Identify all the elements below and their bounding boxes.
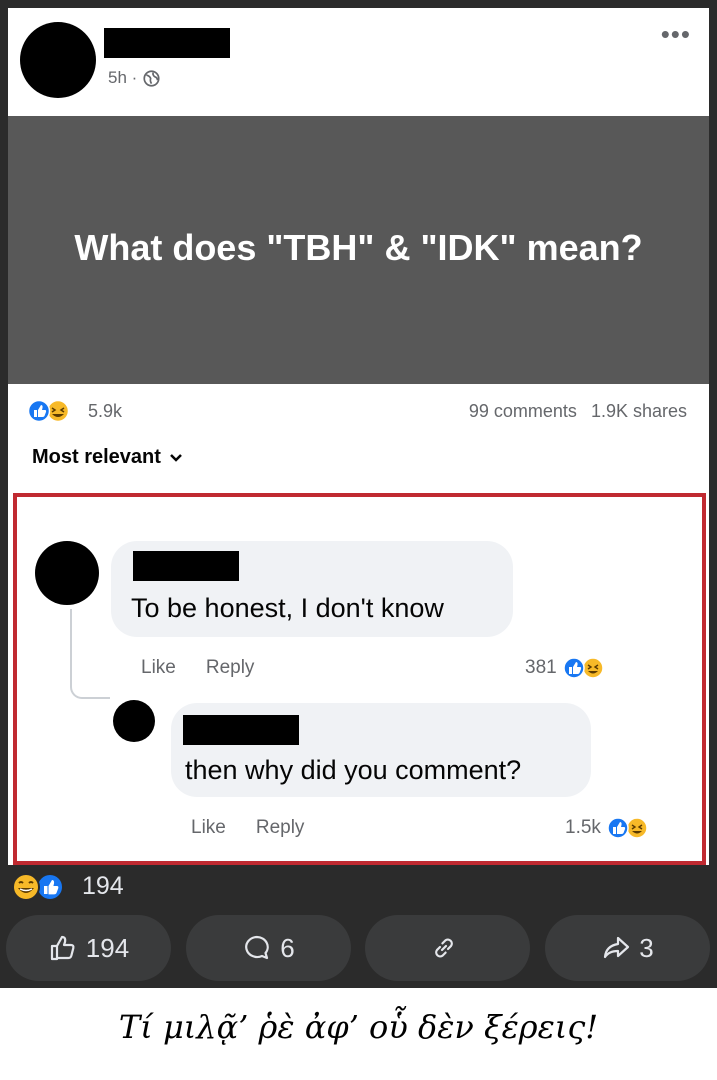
meme-caption: Τί μιλᾷ’ ῥὲ ἀφ’ οὗ δὲν ξέρεις! (118, 1008, 599, 1046)
globe-icon (143, 69, 160, 87)
reply-reply-button[interactable]: Reply (256, 817, 305, 839)
link-icon (434, 938, 453, 958)
post-card: 5h · ••• What does "TBH" & "IDK" mean? 5… (8, 8, 709, 865)
chevron-down-icon (170, 453, 182, 462)
poster-avatar[interactable] (20, 22, 96, 98)
shares-count[interactable]: 1.9K shares (591, 401, 687, 422)
reply-reaction-summary[interactable]: 1.5k (565, 817, 655, 839)
post-timestamp: 5h · (108, 68, 160, 88)
reply-text: then why did you comment? (185, 755, 522, 785)
haha-like-reaction-icons (12, 872, 64, 901)
reply-thread-line (70, 609, 110, 699)
thumbs-up-icon (50, 935, 75, 961)
like-button[interactable]: 194 (6, 915, 171, 981)
comment-sort-dropdown[interactable]: Most relevant (32, 446, 183, 469)
share-button[interactable]: 3 (545, 915, 710, 981)
comment-reply-button[interactable]: Reply (206, 657, 255, 679)
comments-count[interactable]: 99 comments (469, 401, 577, 422)
comment-bubble: To be honest, I don't know (111, 541, 513, 637)
share-count: 3 (639, 932, 654, 963)
replier-avatar[interactable] (113, 700, 155, 742)
comment-like-button[interactable]: Like (141, 657, 176, 679)
like-haha-reaction-icons (607, 817, 648, 839)
like-count: 194 (85, 932, 130, 963)
reply-bubble: then why did you comment? (171, 703, 591, 797)
reply-reaction-count: 1.5k (565, 817, 601, 838)
poster-name-redacted[interactable] (104, 28, 230, 58)
banner-text: What does "TBH" & "IDK" mean? (74, 227, 643, 268)
sort-label: Most relevant (32, 446, 161, 468)
reply-like-button[interactable]: Like (191, 817, 226, 839)
highlighted-comment-thread: To be honest, I don't know Like Reply 38… (13, 493, 706, 865)
post-image-banner[interactable]: What does "TBH" & "IDK" mean? (8, 116, 709, 384)
comment-button[interactable]: 6 (186, 915, 351, 981)
commenter-avatar[interactable] (35, 541, 99, 605)
shared-post-reactions[interactable]: 194 (10, 872, 124, 901)
comments-shares: 99 comments 1.9K shares (469, 401, 687, 422)
commenter-name-redacted[interactable] (133, 551, 239, 581)
like-haha-reaction-icons[interactable] (28, 400, 82, 422)
shared-reaction-count: 194 (82, 872, 124, 900)
share-arrow-icon (604, 936, 630, 959)
replier-name-redacted[interactable] (183, 715, 299, 745)
post-reaction-count[interactable]: 5.9k (88, 401, 122, 422)
comment-count: 6 (280, 932, 295, 963)
copy-link-button[interactable] (365, 915, 530, 981)
comment-reaction-summary[interactable]: 381 (525, 657, 611, 679)
comment-icon (245, 935, 270, 960)
comment-actions: Like Reply (141, 657, 254, 679)
post-time-text: 5h · (108, 68, 138, 87)
comment-text: To be honest, I don't know (131, 593, 444, 623)
screenshot-frame: 5h · ••• What does "TBH" & "IDK" mean? 5… (0, 0, 717, 988)
post-stats-row: 5.9k 99 comments 1.9K shares (8, 392, 709, 428)
comment-reaction-count: 381 (525, 657, 557, 678)
more-options-button[interactable]: ••• (661, 21, 691, 47)
post-action-bar: 194 6 3 (6, 915, 710, 983)
like-haha-reaction-icons (562, 657, 604, 679)
reply-actions: Like Reply (191, 817, 304, 839)
